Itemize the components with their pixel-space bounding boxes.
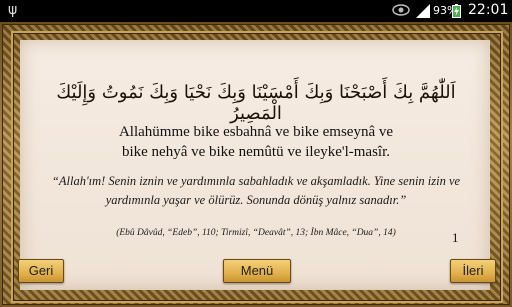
usb-icon: ψ [8, 2, 18, 18]
eye-icon [392, 4, 410, 16]
translation-line-2: yardımınla yaşar ve ölürüz. Sonunda dönü… [105, 193, 407, 207]
back-button[interactable]: Geri [18, 259, 64, 283]
transliteration-line-2: bike nehyâ ve bike nemûtü ve ileyke'l-ma… [121, 144, 391, 160]
next-button[interactable]: İleri [450, 259, 496, 283]
transliteration: Allahümme bike esbahnâ ve bike emseynâ v… [20, 122, 492, 162]
content-panel [20, 40, 490, 290]
menu-button[interactable]: Menü [223, 259, 291, 283]
battery-charging-icon [452, 4, 461, 18]
arabic-prayer-text: اَللّٰهُمَّ بِكَ أَصْبَحْنَا وَبِكَ أَمْ… [56, 82, 456, 124]
clock: 22:01 [468, 2, 509, 18]
page-number: 1 [452, 230, 459, 245]
transliteration-line-1: Allahümme bike esbahnâ ve bike emseynâ v… [118, 124, 394, 140]
status-bar: ψ 93% 22:01 [0, 0, 512, 22]
translation: “Allah'ım! Senin iznin ve yardımınla sab… [24, 172, 488, 210]
signal-icon [416, 4, 430, 18]
source-citation: (Ebû Dâvûd, “Edeb”, 110; Tirmizî, “Deavâ… [116, 228, 396, 238]
translation-line-1: “Allah'ım! Senin iznin ve yardımınla sab… [51, 174, 461, 188]
